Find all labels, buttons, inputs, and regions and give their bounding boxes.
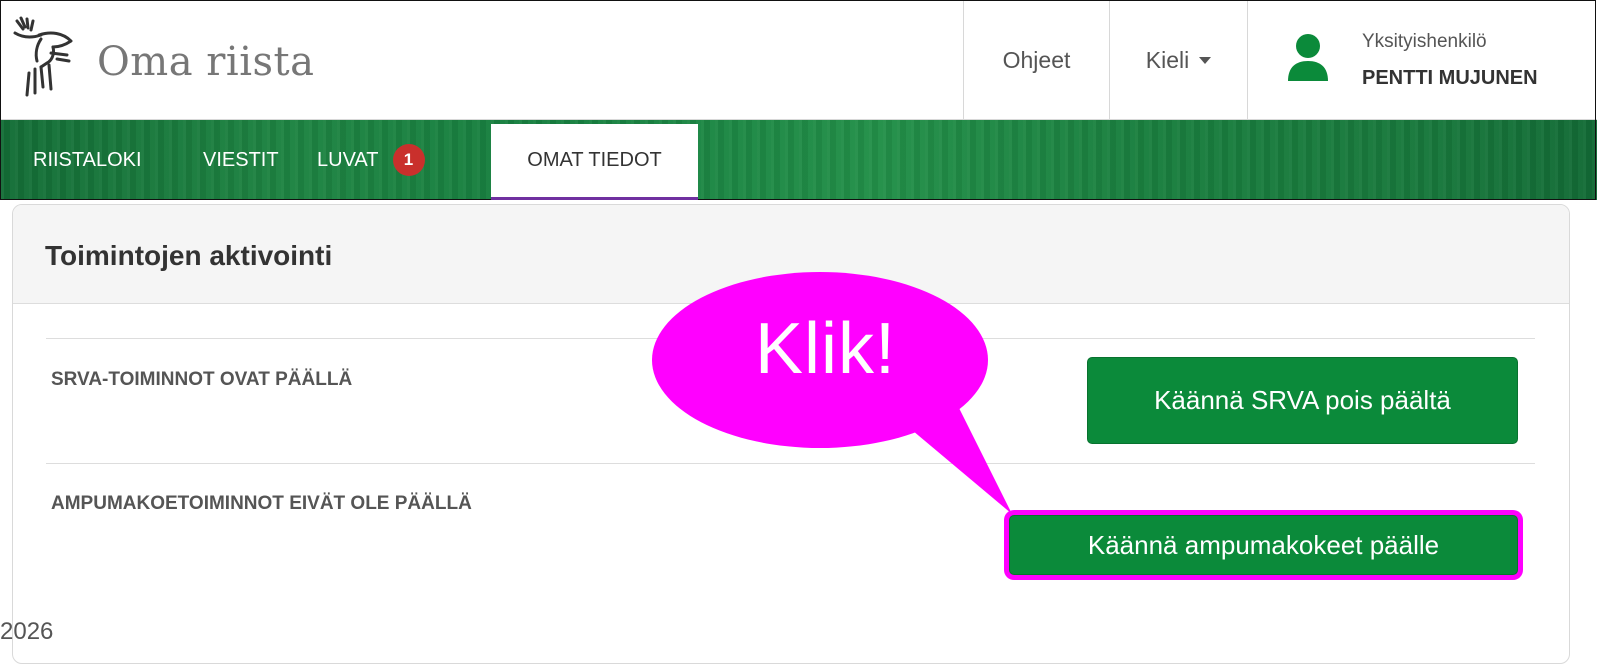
toggle-srva-label: Käännä SRVA pois päältä [1154, 385, 1451, 415]
moose-head-icon[interactable] [11, 15, 77, 103]
footer-year: 2026 [0, 618, 54, 645]
top-header: Oma riista Ohjeet Kieli Yksityishenkilö … [1, 1, 1597, 120]
user-name: PENTTI MUJUNEN [1362, 67, 1538, 89]
nav-luvat[interactable]: LUVAT 1 [317, 120, 425, 200]
notification-badge: 1 [392, 144, 425, 176]
nav-riistaloki-label: RIISTALOKI [33, 148, 142, 171]
nav-viestit[interactable]: VIESTIT [203, 120, 279, 200]
panel-title: Toimintojen aktivointi [45, 240, 333, 271]
app-brand[interactable]: Oma riista [97, 39, 314, 85]
activation-panel: Toimintojen aktivointi SRVA-TOIMINNOT OV… [12, 204, 1570, 664]
user-role: Yksityishenkilö [1362, 31, 1487, 52]
toggle-ampumakoe-label: Käännä ampumakokeet päälle [1087, 529, 1440, 560]
user-icon [1288, 34, 1328, 81]
panel-heading: Toimintojen aktivointi [13, 205, 1569, 304]
nav-omat-tiedot[interactable]: OMAT TIEDOT [491, 124, 698, 200]
nav-viestit-label: VIESTIT [203, 148, 279, 171]
nav-luvat-label: LUVAT [317, 148, 379, 171]
main-nav: RIISTALOKI VIESTIT LUVAT 1 [1, 120, 1597, 200]
toggle-srva-button[interactable]: Käännä SRVA pois päältä [1087, 357, 1518, 444]
callout-text: Klik! [755, 309, 897, 389]
language-dropdown[interactable]: Kieli [1109, 1, 1247, 120]
user-menu[interactable]: Yksityishenkilö PENTTI MUJUNEN [1247, 1, 1597, 120]
nav-riistaloki[interactable]: RIISTALOKI [33, 120, 142, 200]
nav-omat-tiedot-label: OMAT TIEDOT [527, 149, 662, 171]
row-divider [46, 463, 1535, 464]
toggle-ampumakoe-button[interactable]: Käännä ampumakokeet päälle [1009, 515, 1518, 575]
help-link[interactable]: Ohjeet [963, 1, 1109, 120]
srva-status-label: SRVA-TOIMINNOT OVAT PÄÄLLÄ [51, 369, 353, 390]
language-label: Kieli [1145, 47, 1190, 73]
ampumakoe-status-label: AMPUMAKOETOIMINNOT EIVÄT OLE PÄÄLLÄ [51, 493, 472, 514]
help-label: Ohjeet [1002, 47, 1071, 73]
caret-down-icon [1199, 57, 1212, 64]
